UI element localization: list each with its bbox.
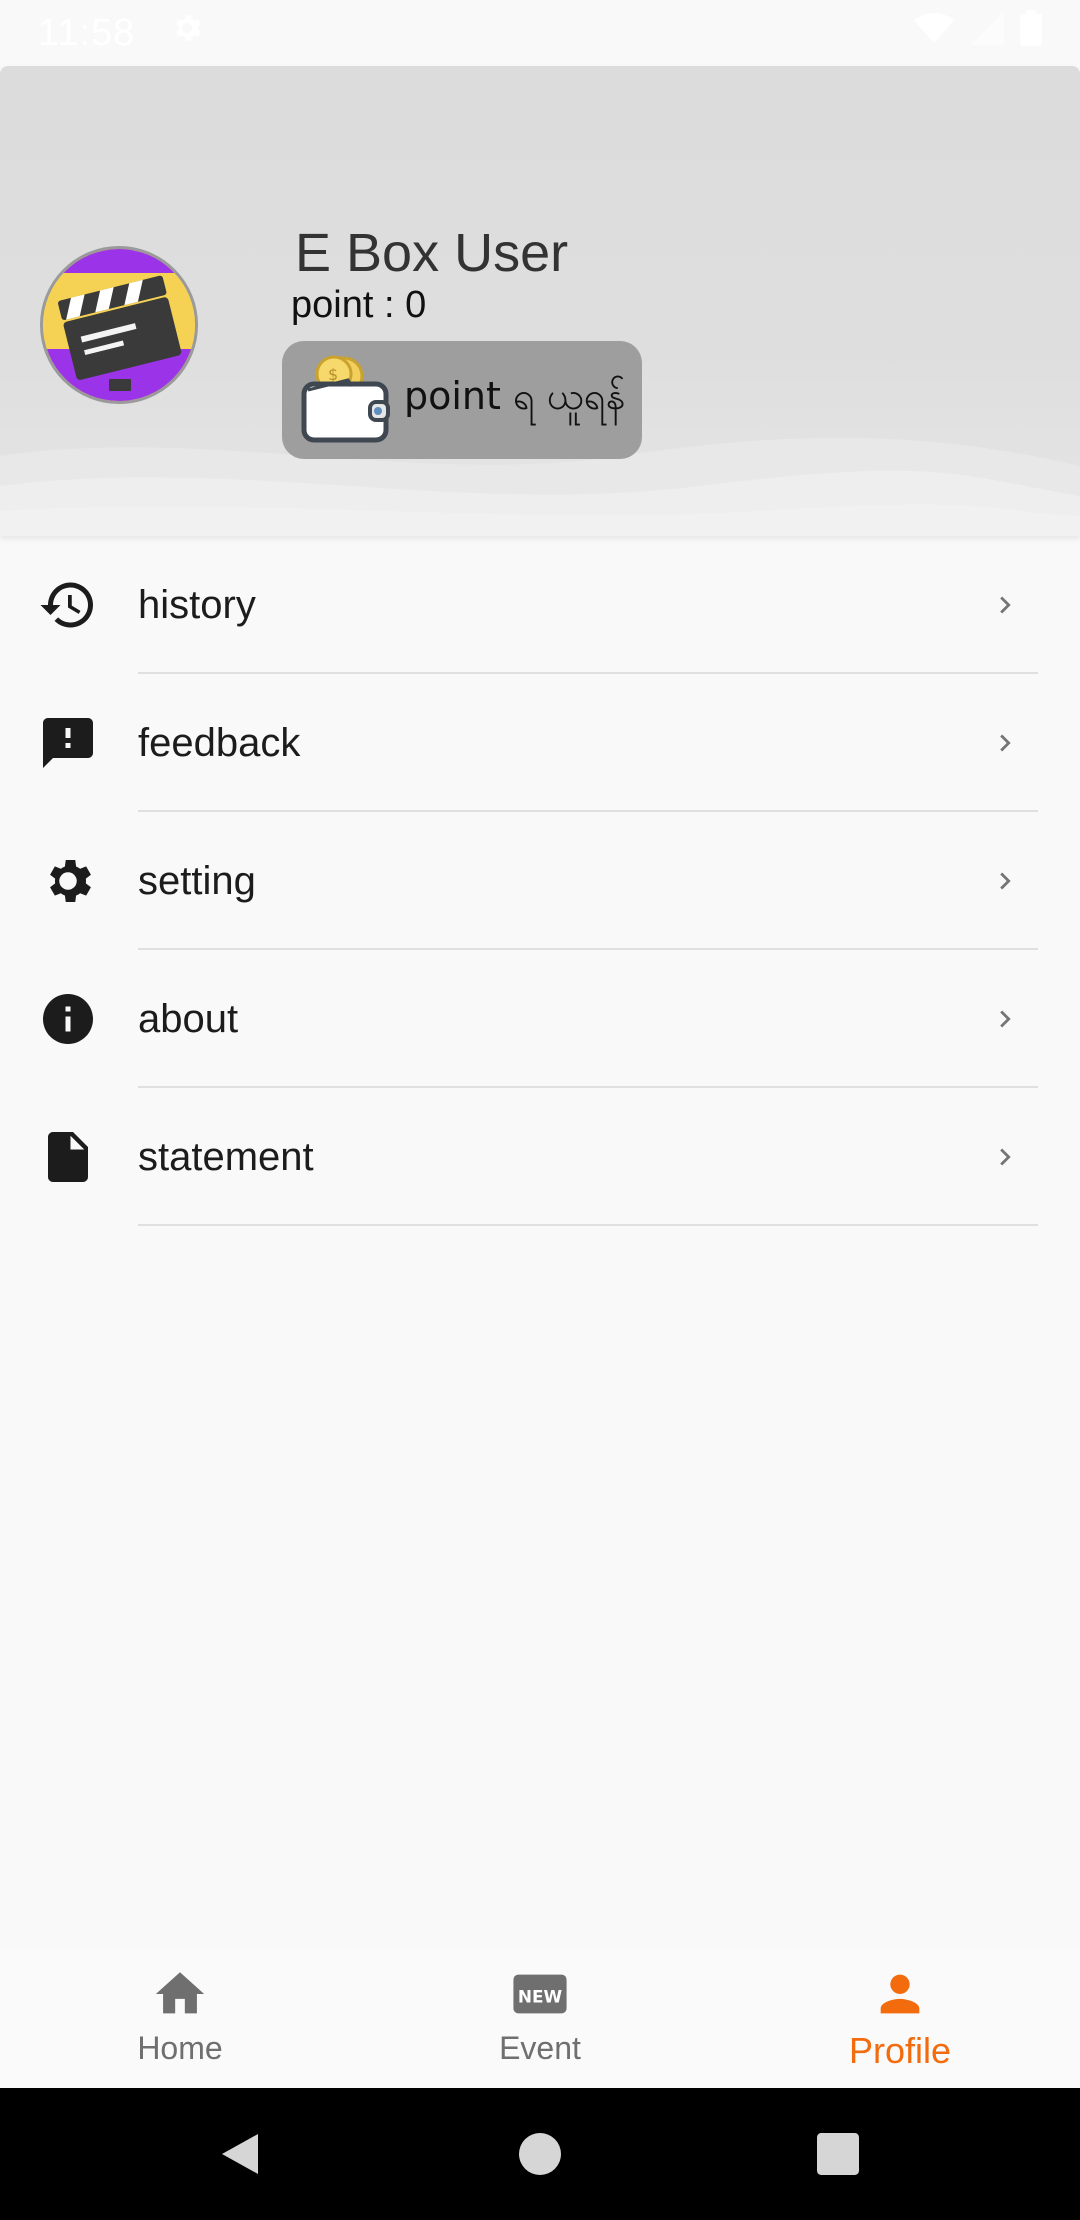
bottom-navigation: Home NEW Event Profile <box>0 1946 1080 2088</box>
history-icon <box>38 575 98 635</box>
nav-item-home[interactable]: Home <box>0 1946 360 2088</box>
system-navigation-bar <box>0 2088 1080 2220</box>
menu-item-label: history <box>138 582 256 627</box>
new-badge-text: NEW <box>518 1986 563 2006</box>
nav-item-profile[interactable]: Profile <box>720 1946 1080 2088</box>
svg-text:$: $ <box>328 365 338 384</box>
status-time: 11:58 <box>38 11 136 54</box>
wifi-icon <box>914 11 954 55</box>
person-icon <box>870 1964 930 2024</box>
recents-square-icon <box>817 2133 859 2175</box>
menu-item-label: statement <box>138 1134 314 1179</box>
gear-icon <box>38 851 98 911</box>
chevron-right-icon <box>988 861 1022 901</box>
nav-label: Event <box>499 2030 581 2066</box>
avatar[interactable] <box>40 246 198 404</box>
battery-icon <box>1020 10 1042 56</box>
cell-signal-icon <box>970 11 1004 55</box>
chevron-right-icon <box>988 999 1022 1039</box>
nav-label: Profile <box>848 2030 952 2071</box>
status-bar: 11:58 <box>0 0 1080 66</box>
info-icon <box>38 989 98 1049</box>
status-icons <box>914 10 1042 56</box>
profile-screen: 11:58 E Box User point: 0 $ point ရ ယူရ… <box>0 0 1080 2220</box>
menu-item-label: setting <box>138 858 256 903</box>
divider <box>138 1224 1038 1226</box>
nav-item-event[interactable]: NEW Event <box>360 1946 720 2088</box>
redeem-points-label: point ရ ယူရန် <box>404 374 626 418</box>
points-text: point : 0 <box>291 284 427 326</box>
document-icon <box>38 1127 98 1187</box>
redeem-points-button[interactable]: $ point ရ ယူရန် <box>282 341 642 459</box>
feedback-icon <box>38 713 98 773</box>
settings-notification-icon <box>169 10 205 56</box>
clapperboard-logo-icon <box>43 249 195 401</box>
menu-item-history[interactable]: history <box>0 536 1080 674</box>
chevron-right-icon <box>988 723 1022 763</box>
menu-item-setting[interactable]: setting <box>0 812 1080 950</box>
back-button[interactable] <box>180 2088 300 2220</box>
home-circle-icon <box>519 2133 561 2175</box>
menu-item-statement[interactable]: statement <box>0 1088 1080 1226</box>
new-badge-icon: NEW <box>510 1964 570 2024</box>
home-icon <box>150 1964 210 2024</box>
username: E Box User <box>295 223 569 283</box>
wallet-icon: $ <box>294 350 390 451</box>
menu-item-about[interactable]: about <box>0 950 1080 1088</box>
profile-menu: history feedback setting about statement <box>0 536 1080 1226</box>
back-triangle-icon <box>222 2134 258 2174</box>
menu-item-feedback[interactable]: feedback <box>0 674 1080 812</box>
home-system-button[interactable] <box>480 2088 600 2220</box>
recents-button[interactable] <box>778 2088 898 2220</box>
menu-item-label: about <box>138 996 239 1041</box>
menu-item-label: feedback <box>138 720 301 765</box>
nav-label: Home <box>137 2030 223 2066</box>
chevron-right-icon <box>988 585 1022 625</box>
chevron-right-icon <box>988 1137 1022 1177</box>
profile-header: E Box User point : 0 $ point ရ ယူရန် <box>0 66 1080 536</box>
